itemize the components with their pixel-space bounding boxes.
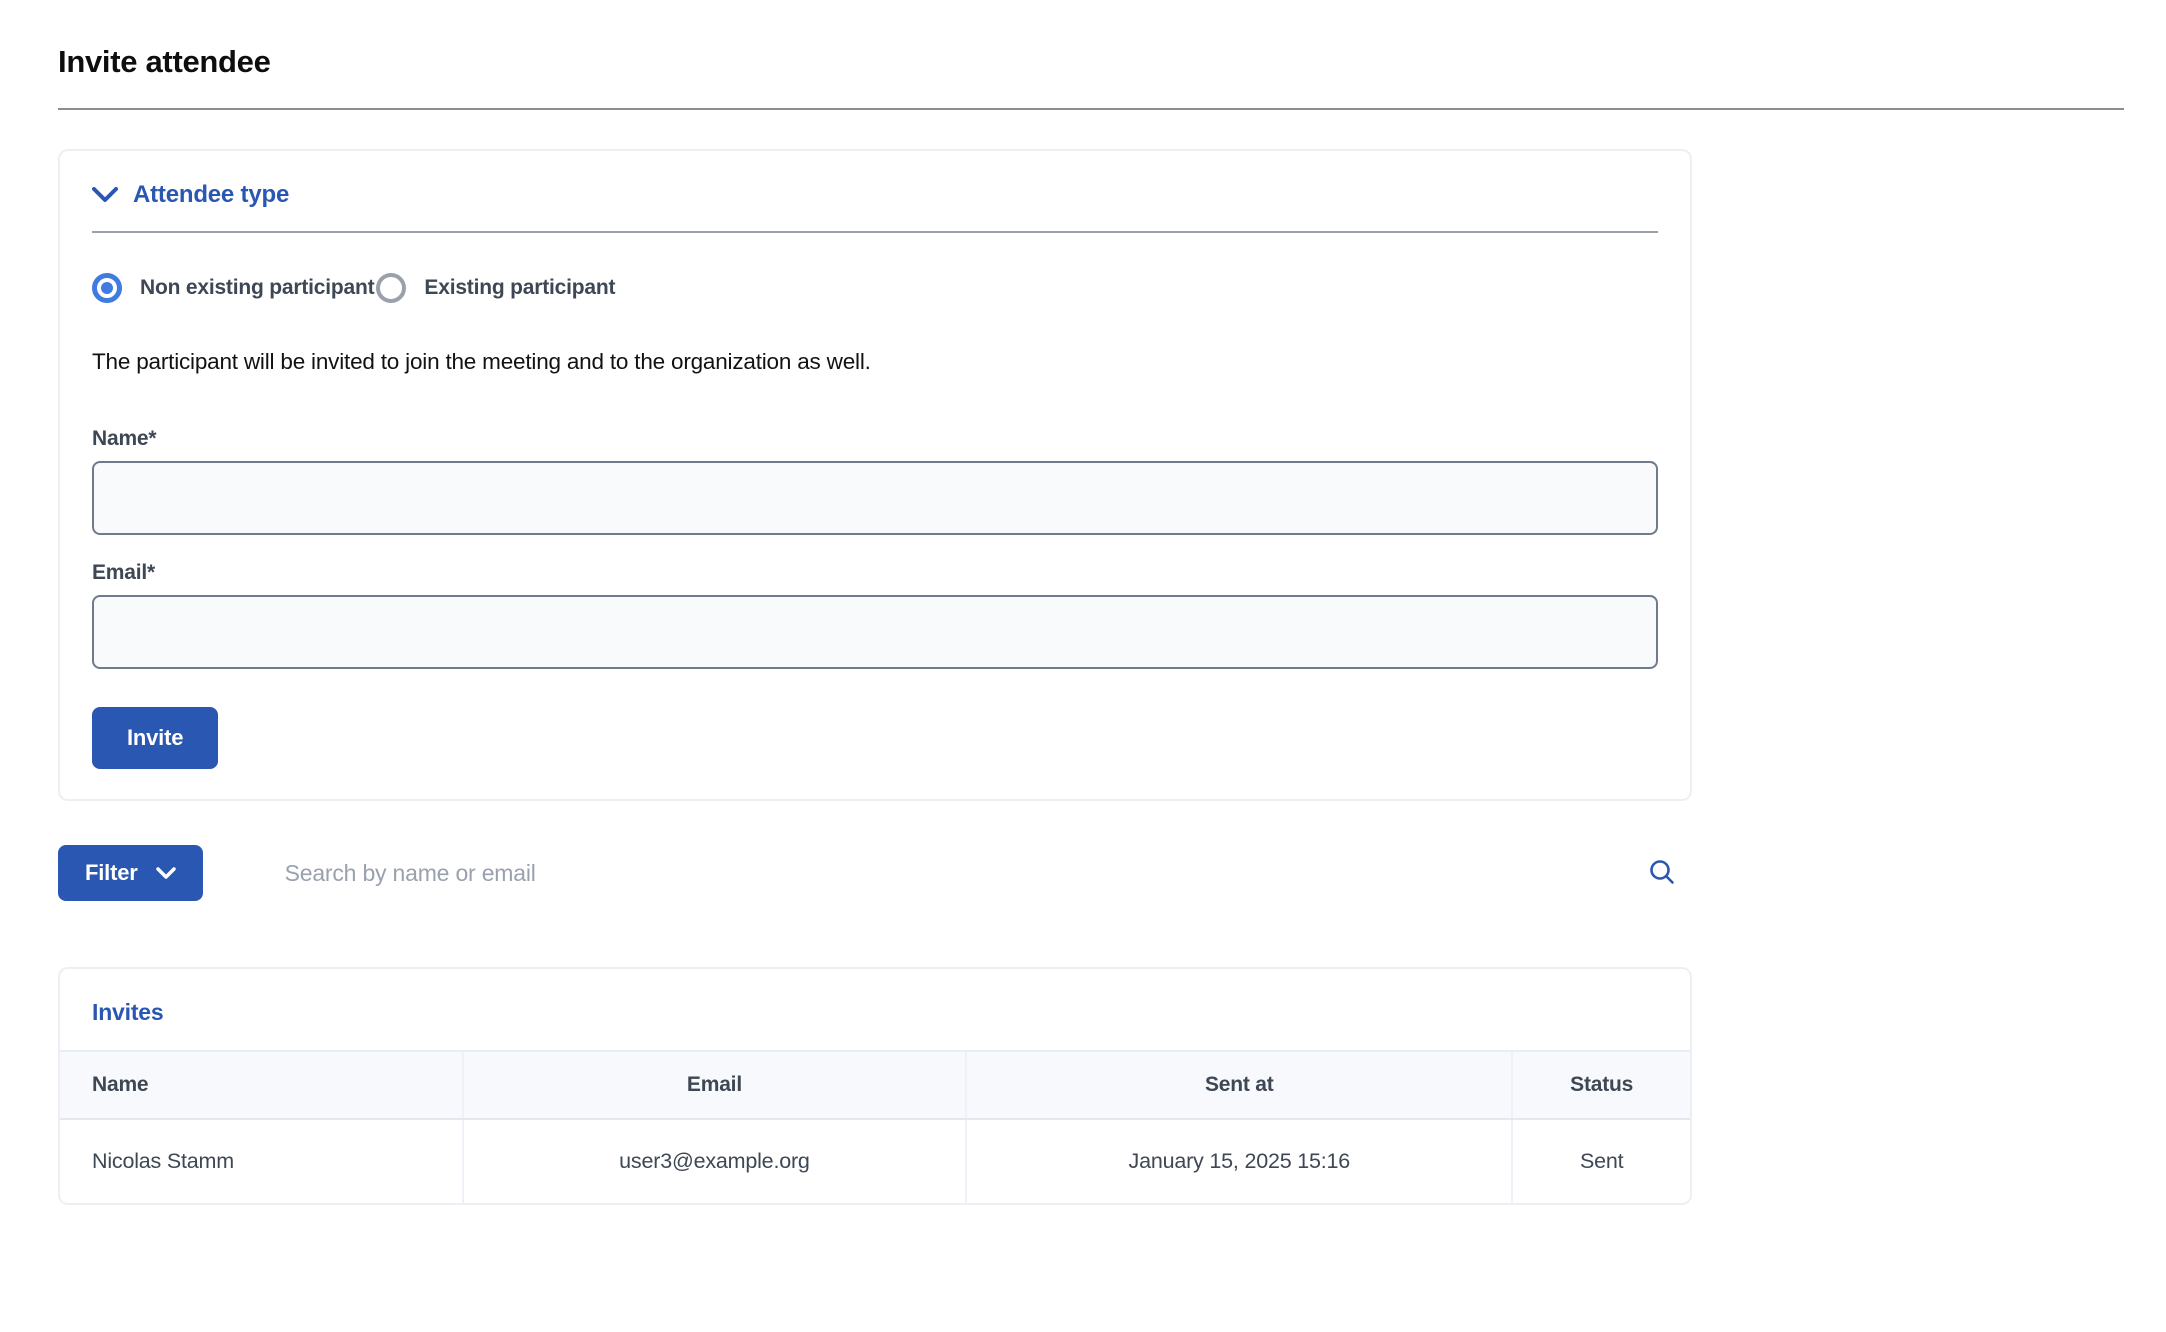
cell-name: Nicolas Stamm [60, 1119, 463, 1203]
table-header-row: Name Email Sent at Status [60, 1051, 1690, 1119]
column-header-name: Name [60, 1051, 463, 1119]
email-field-label: Email* [92, 561, 1658, 585]
cell-status: Sent [1512, 1119, 1690, 1203]
filter-button[interactable]: Filter [58, 845, 203, 901]
attendee-type-section-toggle[interactable]: Attendee type [92, 181, 1658, 209]
column-header-sent-at: Sent at [966, 1051, 1512, 1119]
attendee-type-radio-group: Non existing participant Existing partic… [92, 273, 1658, 303]
section-divider [92, 231, 1658, 233]
attendee-form-card: Attendee type Non existing participant E… [58, 149, 1692, 801]
radio-dot [101, 282, 113, 294]
title-divider [58, 108, 2124, 110]
invites-card: Invites Name Email Sent at Status Nicola… [58, 967, 1692, 1205]
invite-description: The participant will be invited to join … [92, 349, 1658, 375]
filter-bar: Filter [58, 845, 1692, 901]
radio-label[interactable]: Non existing participant [140, 276, 374, 300]
radio-unselected-icon[interactable] [376, 273, 406, 303]
name-field[interactable] [92, 461, 1658, 535]
section-title: Attendee type [133, 181, 289, 209]
search-input[interactable] [285, 860, 1646, 887]
radio-option-non-existing[interactable]: Non existing participant [92, 273, 374, 303]
invite-button[interactable]: Invite [92, 707, 218, 769]
radio-option-existing[interactable]: Existing participant [376, 273, 615, 303]
chevron-down-icon [156, 867, 176, 880]
table-row: Nicolas Stamm user3@example.org January … [60, 1119, 1690, 1203]
column-header-status: Status [1512, 1051, 1690, 1119]
filter-button-label: Filter [85, 860, 138, 886]
cell-sent-at: January 15, 2025 15:16 [966, 1119, 1512, 1203]
search-icon[interactable] [1646, 857, 1678, 889]
name-field-label: Name* [92, 427, 1658, 451]
radio-selected-icon[interactable] [92, 273, 122, 303]
chevron-down-icon[interactable] [92, 187, 118, 203]
cell-email: user3@example.org [463, 1119, 967, 1203]
invites-table: Name Email Sent at Status Nicolas Stamm … [60, 1050, 1690, 1203]
column-header-email: Email [463, 1051, 967, 1119]
email-field[interactable] [92, 595, 1658, 669]
radio-label[interactable]: Existing participant [424, 276, 615, 300]
page-title: Invite attendee [58, 44, 2124, 80]
invite-attendee-page: Invite attendee Attendee type Non existi… [0, 0, 2166, 1205]
invites-title: Invites [60, 969, 1690, 1050]
